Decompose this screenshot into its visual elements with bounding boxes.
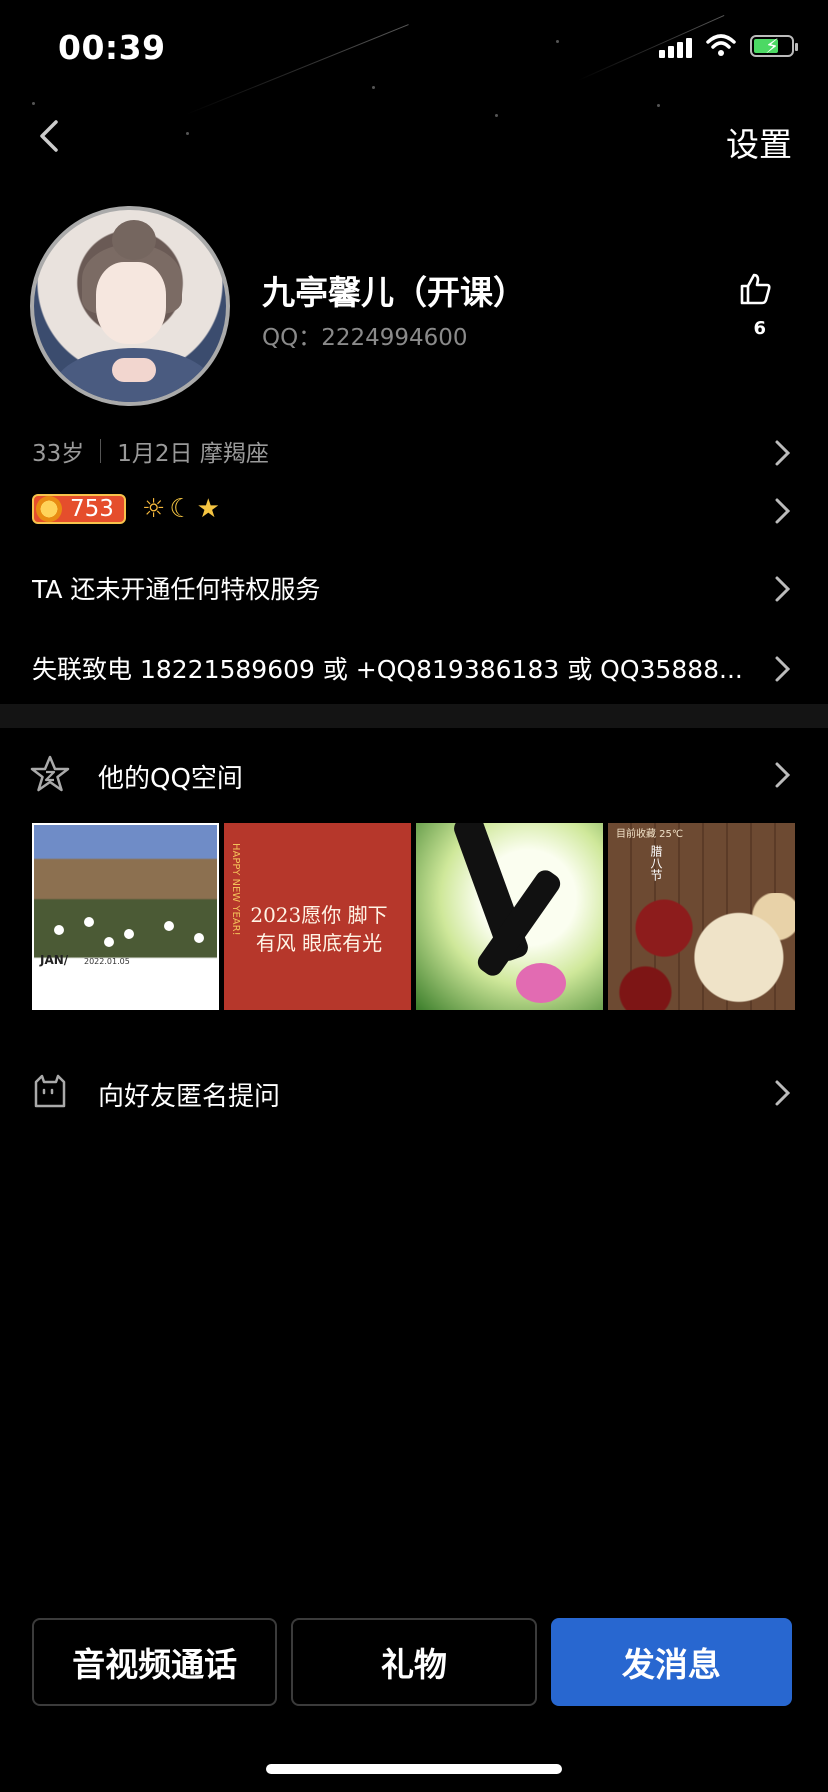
level-badge: 753 (32, 494, 126, 524)
chevron-right-icon (775, 498, 791, 524)
birthday-label: 1月2日 摩羯座 (117, 441, 269, 467)
chevron-right-icon (775, 576, 791, 602)
coin-icon (36, 496, 62, 522)
status-time: 00:39 (58, 28, 166, 67)
sun-icon: ☼ (142, 494, 166, 524)
chevron-right-icon (775, 762, 791, 788)
back-chevron-icon[interactable] (30, 116, 70, 156)
chevron-right-icon (775, 656, 791, 682)
section-divider (0, 704, 828, 728)
qzone-photo[interactable]: 目前收藏 25℃ 腊八节 (608, 823, 795, 1010)
star-icon: ★ (196, 494, 220, 524)
like-count: 6 (753, 318, 766, 339)
bottom-action-bar: 音视频通话 礼物 发消息 (32, 1618, 792, 1706)
anonymous-question-label: 向好友匿名提问 (98, 1082, 281, 1112)
separator (100, 439, 102, 463)
profile-info-row[interactable]: 33岁 1月2日 摩羯座 (0, 432, 828, 472)
anonymous-question-row[interactable]: 向好友匿名提问 (0, 1072, 828, 1116)
photo-text: 2023愿你 脚下有风 眼底有光 (250, 903, 388, 955)
gift-button[interactable]: 礼物 (291, 1618, 537, 1706)
privilege-label: TA 还未开通任何特权服务 (32, 575, 321, 604)
nickname: 九亭馨儿（开课） (262, 273, 526, 312)
thumbs-up-icon[interactable] (738, 272, 772, 306)
level-icons: ☼ ☾ ★ (142, 494, 220, 524)
photo-side-text: HAPPY NEW YEAR! (230, 843, 241, 936)
wifi-icon (706, 34, 736, 56)
level-value: 753 (70, 496, 114, 522)
photo-date: 2022.01.05 (84, 957, 130, 966)
qzone-label: 他的QQ空间 (98, 764, 243, 794)
send-message-button[interactable]: 发消息 (550, 1618, 792, 1706)
battery-icon: ⚡ (750, 34, 798, 58)
photo-caption: JAN/ (40, 953, 69, 967)
status-icons: ⚡ (659, 34, 798, 58)
avatar[interactable] (30, 206, 230, 406)
signature-row[interactable]: 失联致电 18221589609 或 +QQ819386183 或 QQ3588… (0, 650, 828, 690)
age-label: 33岁 (32, 441, 85, 467)
qzone-photos: JAN/ 2022.01.05 HAPPY NEW YEAR! 2023愿你 脚… (32, 823, 795, 1010)
privilege-row[interactable]: TA 还未开通任何特权服务 (0, 570, 828, 610)
chevron-right-icon (775, 440, 791, 466)
chevron-right-icon (775, 1080, 791, 1106)
qq-number: QQ：2224994600 (262, 325, 468, 351)
home-indicator[interactable] (266, 1764, 562, 1774)
photo-label: 目前收藏 25℃ (616, 829, 684, 840)
qq-level-row[interactable]: 753 ☼ ☾ ★ (0, 488, 828, 532)
photo-vertical-text: 腊八节 (649, 845, 663, 881)
qzone-star-icon (30, 755, 70, 792)
settings-button[interactable]: 设置 (726, 118, 792, 166)
moon-icon: ☾ (169, 494, 193, 524)
cat-mailbox-icon (34, 1074, 66, 1108)
signature-label: 失联致电 18221589609 或 +QQ819386183 或 QQ3588… (32, 655, 743, 684)
video-call-button[interactable]: 音视频通话 (32, 1618, 278, 1706)
qzone-row[interactable]: 他的QQ空间 (0, 754, 828, 798)
qzone-photo[interactable]: HAPPY NEW YEAR! 2023愿你 脚下有风 眼底有光 (224, 823, 411, 1010)
qzone-photo[interactable] (416, 823, 603, 1010)
qzone-photo[interactable]: JAN/ 2022.01.05 (32, 823, 219, 1010)
